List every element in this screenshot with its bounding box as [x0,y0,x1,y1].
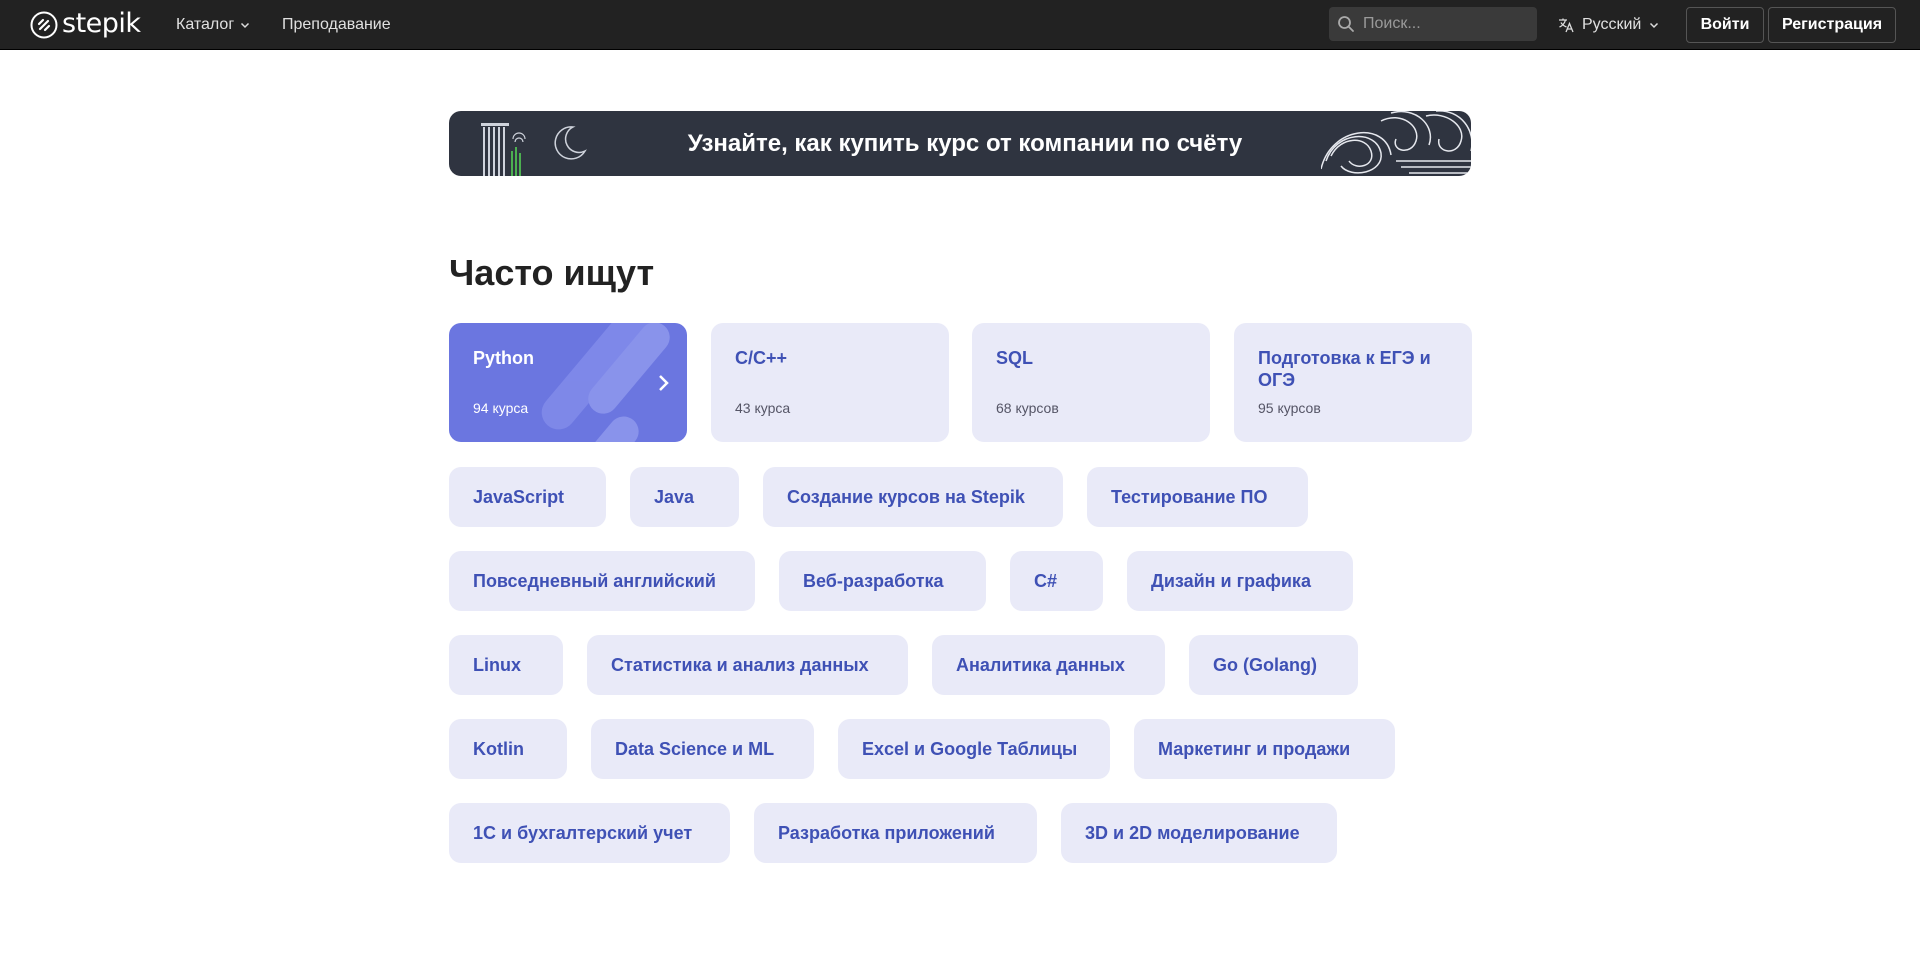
nav-catalog-label: Каталог [176,16,235,33]
tag-3d-2d-modeling[interactable]: 3D и 2D моделирование [1061,803,1337,863]
tag-app-development[interactable]: Разработка приложений [754,803,1037,863]
tag-everyday-english[interactable]: Повседневный английский [449,551,755,611]
category-name: Подготовка к ЕГЭ и ОГЭ [1258,348,1431,390]
category-name: Python [473,348,534,368]
login-button[interactable]: Войти [1686,7,1764,43]
promo-banner[interactable]: Узнайте, как купить курс от компании по … [449,111,1471,176]
tag-javascript[interactable]: JavaScript [449,467,606,527]
tag-web-development[interactable]: Веб-разработка [779,551,986,611]
category-count: 95 курсов [1258,400,1321,416]
tag-software-testing[interactable]: Тестирование ПО [1087,467,1308,527]
tag-java[interactable]: Java [630,467,739,527]
category-name: SQL [996,348,1034,368]
chevron-right-icon [659,375,669,391]
tag-kotlin[interactable]: Kotlin [449,719,567,779]
nav-teaching[interactable]: Преподавание [282,0,391,50]
search-box[interactable] [1329,7,1537,41]
top-navbar: stepik Каталог Преподавание Русский Войт… [0,0,1920,50]
stepik-logo-icon [30,11,58,39]
translate-icon [1559,18,1574,33]
tag-create-courses[interactable]: Создание курсов на Stepik [763,467,1063,527]
tag-linux[interactable]: Linux [449,635,563,695]
tag-golang[interactable]: Go (Golang) [1189,635,1358,695]
category-count: 68 курсов [996,400,1059,416]
category-count: 43 курса [735,400,791,416]
chevron-down-icon [241,22,250,29]
language-label: Русский [1582,16,1642,33]
tag-excel-google-sheets[interactable]: Excel и Google Таблицы [838,719,1110,779]
search-icon [1338,16,1354,32]
tag-statistics-data-analysis[interactable]: Статистика и анализ данных [587,635,908,695]
wave-pattern-icon [1321,111,1471,174]
tag-marketing-sales[interactable]: Маркетинг и продажи [1134,719,1395,779]
tag-data-analytics[interactable]: Аналитика данных [932,635,1165,695]
nav-catalog[interactable]: Каталог [176,0,250,50]
banner-text: Узнайте, как купить курс от компании по … [687,129,1243,157]
section-title-popular: Часто ищут [449,252,655,293]
language-selector[interactable]: Русский [1558,0,1659,50]
category-card-python[interactable]: Python 94 курса [449,323,687,442]
category-name: C/C++ [735,348,788,368]
logo-text: stepik [62,7,141,39]
stepik-logo[interactable]: stepik [30,9,141,41]
category-count: 94 курса [473,400,529,416]
category-card-sql[interactable]: SQL 68 курсов [972,323,1210,442]
tag-data-science-ml[interactable]: Data Science и ML [591,719,814,779]
tag-design-graphics[interactable]: Дизайн и графика [1127,551,1353,611]
tag-csharp[interactable]: C# [1010,551,1103,611]
chevron-down-icon [1650,22,1659,29]
nav-teaching-label: Преподавание [282,16,391,33]
search-input[interactable] [1363,15,1523,33]
tag-1c-accounting[interactable]: 1С и бухгалтерский учет [449,803,730,863]
register-button[interactable]: Регистрация [1768,7,1896,43]
category-card-cpp[interactable]: C/C++ 43 курса [711,323,949,442]
category-card-exam-prep[interactable]: Подготовка к ЕГЭ и ОГЭ 95 курсов [1234,323,1472,442]
